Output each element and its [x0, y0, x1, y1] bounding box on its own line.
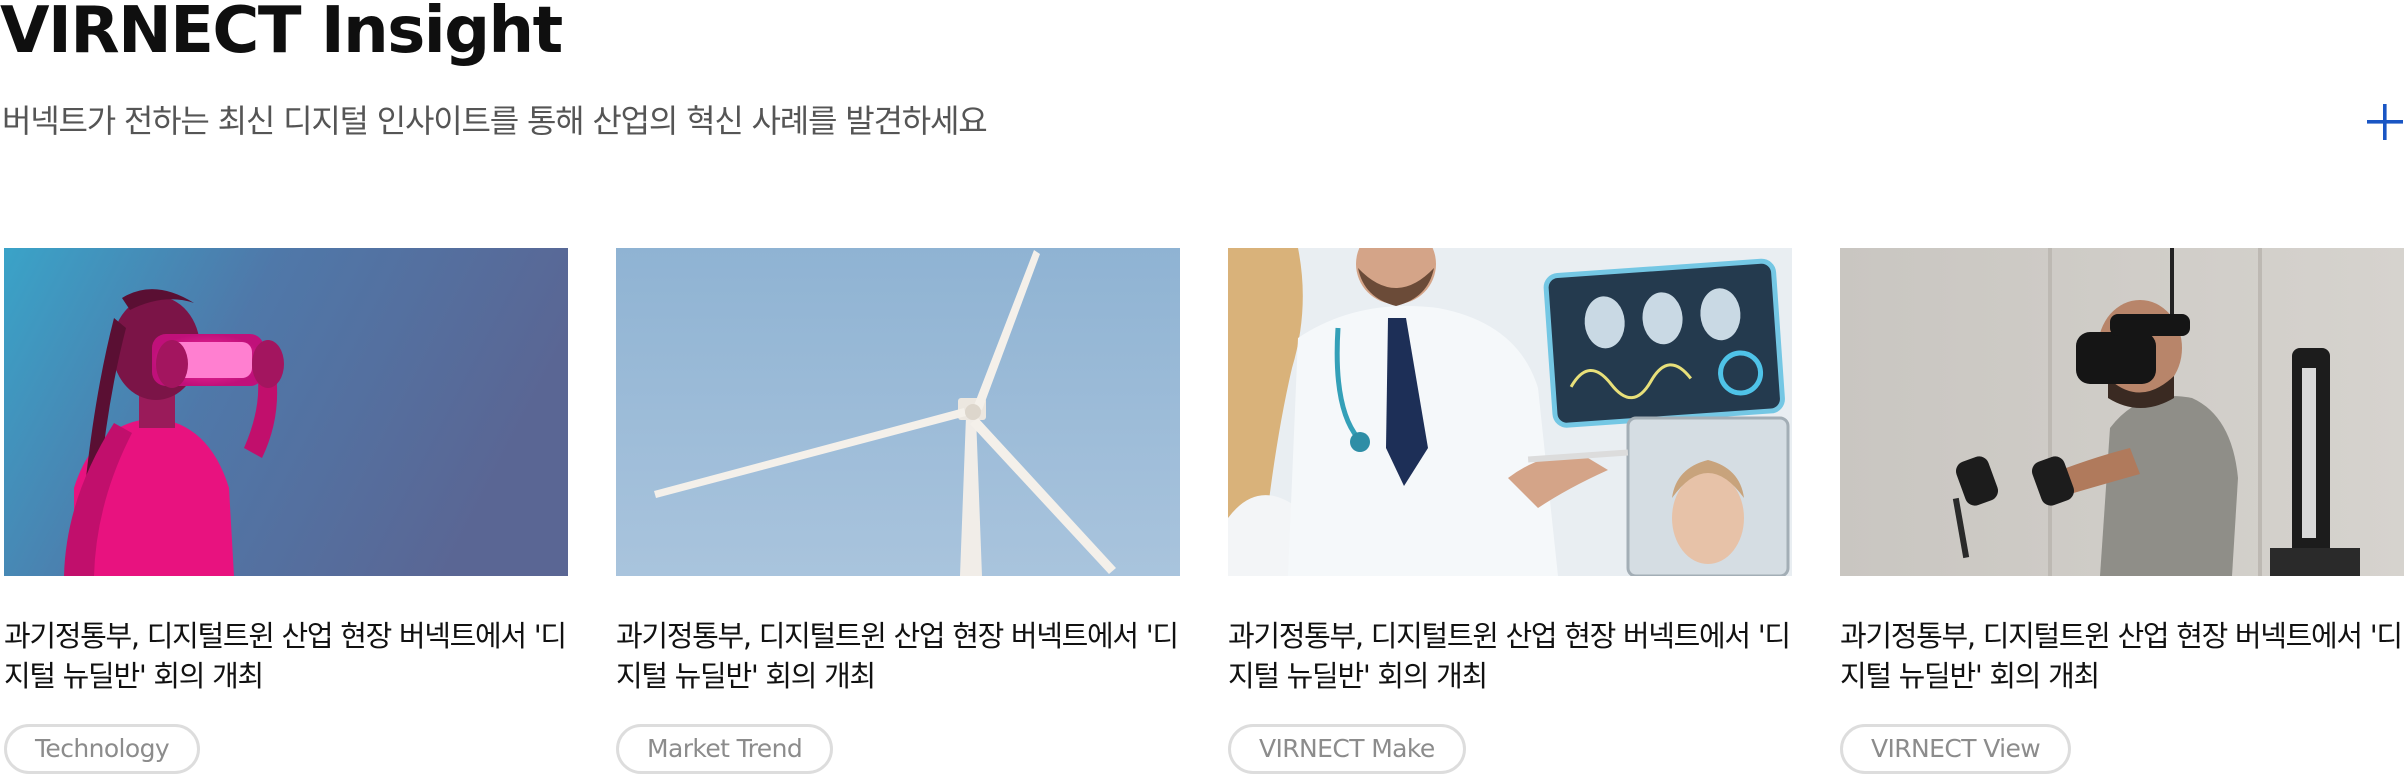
- category-tag[interactable]: Market Trend: [616, 724, 834, 774]
- card-headline[interactable]: 과기정통부, 디지털트윈 산업 현장 버넥트에서 '디지털 뉴딜반' 회의 개최: [4, 616, 570, 696]
- insight-card-list: 과기정통부, 디지털트윈 산업 현장 버넥트에서 '디지털 뉴딜반' 회의 개최…: [0, 246, 2404, 780]
- insight-card[interactable]: 과기정통부, 디지털트윈 산업 현장 버넥트에서 '디지털 뉴딜반' 회의 개최…: [616, 246, 1182, 780]
- doctors-tablet-image[interactable]: [1228, 248, 1792, 576]
- card-headline[interactable]: 과기정통부, 디지털트윈 산업 현장 버넥트에서 '디지털 뉴딜반' 회의 개최: [1228, 616, 1794, 696]
- category-tag[interactable]: VIRNECT Make: [1228, 724, 1466, 774]
- plus-icon: [2367, 104, 2403, 140]
- card-headline[interactable]: 과기정통부, 디지털트윈 산업 현장 버넥트에서 '디지털 뉴딜반' 회의 개최: [616, 616, 1182, 696]
- category-tag[interactable]: Technology: [4, 724, 201, 774]
- insight-card[interactable]: 과기정통부, 디지털트윈 산업 현장 버넥트에서 '디지털 뉴딜반' 회의 개최…: [1840, 246, 2404, 780]
- section-subtitle: 버넥트가 전하는 최신 디지털 인사이트를 통해 산업의 혁신 사례를 발견하세…: [2, 102, 988, 140]
- category-tag[interactable]: VIRNECT View: [1840, 724, 2072, 774]
- section-title: VIRNECT Insight: [0, 0, 563, 68]
- woman-vr-headset-image[interactable]: [4, 248, 568, 576]
- insight-card[interactable]: 과기정통부, 디지털트윈 산업 현장 버넥트에서 '디지털 뉴딜반' 회의 개최…: [4, 246, 570, 780]
- man-vr-controllers-image[interactable]: [1840, 248, 2404, 576]
- more-button[interactable]: [2365, 100, 2404, 144]
- card-headline[interactable]: 과기정통부, 디지털트윈 산업 현장 버넥트에서 '디지털 뉴딜반' 회의 개최: [1840, 616, 2404, 696]
- wind-turbine-image[interactable]: [616, 248, 1180, 576]
- section-header: VIRNECT Insight 버넥트가 전하는 최신 디지털 인사이트를 통해…: [0, 0, 2404, 150]
- insight-card[interactable]: 과기정통부, 디지털트윈 산업 현장 버넥트에서 '디지털 뉴딜반' 회의 개최…: [1228, 246, 1794, 780]
